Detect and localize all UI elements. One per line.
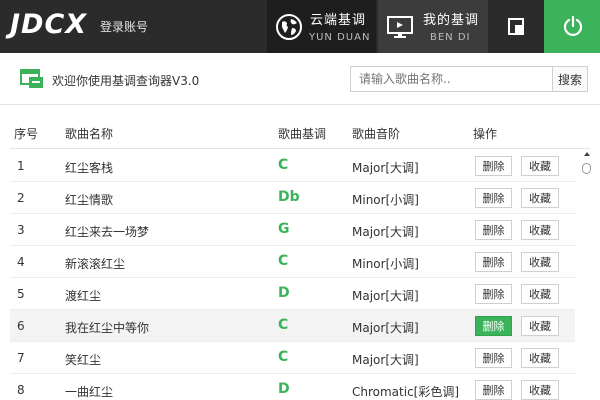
song-name: 我在红尘中等你 [65, 321, 150, 335]
app-window-icon [20, 69, 43, 88]
song-name: 红尘来去一场梦 [65, 225, 150, 239]
table-row: 7 笑红尘 C Major[大调] 删除 收藏 [10, 342, 575, 374]
login-account-link[interactable]: 登录账号 [100, 18, 148, 35]
welcome-bar: 欢迎你使用基调查询器V3.0 搜索 [0, 53, 600, 105]
nav-tab-local[interactable]: 我的基调 BEN DI [378, 0, 488, 53]
delete-button[interactable]: 删除 [475, 220, 512, 240]
power-icon [563, 15, 583, 37]
header-name: 歌曲名称 [65, 127, 114, 141]
power-button[interactable] [544, 0, 600, 53]
row-number: 7 [17, 351, 25, 365]
top-bar: JDCX 登录账号 云端基调 YUN DUAN 我的基调 BEN DI [0, 0, 600, 53]
delete-button[interactable]: 删除 [475, 156, 512, 176]
table-row: 3 红尘来去一场梦 G Major[大调] 删除 收藏 [10, 214, 575, 246]
row-number: 6 [17, 319, 25, 333]
song-scale: Major[大调] [352, 289, 419, 303]
app-logo: JDCX [10, 9, 88, 40]
nav-tab-cloud[interactable]: 云端基调 YUN DUAN [267, 0, 376, 53]
vertical-scrollbar[interactable] [581, 150, 593, 400]
search-button[interactable]: 搜索 [552, 66, 588, 92]
window-restore-icon [508, 18, 524, 35]
globe-icon [276, 14, 302, 40]
header-key: 歌曲基调 [278, 127, 327, 141]
row-number: 4 [17, 255, 25, 269]
row-number: 5 [17, 287, 25, 301]
scroll-up-arrow-icon[interactable] [584, 152, 590, 156]
table-row: 8 一曲红尘 D Chromatic[彩色调] 删除 收藏 [10, 374, 575, 400]
song-scale: Major[大调] [352, 353, 419, 367]
search-input[interactable] [350, 66, 553, 92]
song-key: Db [278, 189, 300, 205]
row-number: 1 [17, 159, 25, 173]
nav-local-title: 我的基调 [423, 13, 480, 28]
favorite-button[interactable]: 收藏 [521, 348, 559, 368]
table-header: 序号 歌曲名称 歌曲基调 歌曲音阶 操作 [10, 115, 590, 149]
song-scale: Major[大调] [352, 225, 419, 239]
favorite-button[interactable]: 收藏 [521, 156, 559, 176]
delete-button[interactable]: 删除 [475, 348, 512, 368]
table-row: 5 渡红尘 D Major[大调] 删除 收藏 [10, 278, 575, 310]
favorite-button[interactable]: 收藏 [521, 252, 559, 272]
row-number: 2 [17, 191, 25, 205]
song-table: 序号 歌曲名称 歌曲基调 歌曲音阶 操作 1 红尘客栈 C Major[大调] … [10, 115, 593, 400]
delete-button[interactable]: 删除 [475, 188, 512, 208]
song-name: 红尘情歌 [65, 193, 114, 207]
favorite-button[interactable]: 收藏 [521, 316, 559, 336]
delete-button[interactable]: 删除 [475, 252, 512, 272]
header-no: 序号 [14, 127, 39, 141]
song-name: 新滚滚红尘 [65, 257, 126, 271]
favorite-button[interactable]: 收藏 [521, 188, 559, 208]
song-name: 笑红尘 [65, 353, 102, 367]
table-row: 2 红尘情歌 Db Minor[小调] 删除 收藏 [10, 182, 575, 214]
song-name: 一曲红尘 [65, 385, 114, 399]
song-scale: Chromatic[彩色调] [352, 385, 460, 399]
scroll-thumb[interactable] [582, 163, 591, 174]
header-action: 操作 [473, 127, 498, 141]
song-key: C [278, 157, 289, 173]
favorite-button[interactable]: 收藏 [521, 220, 559, 240]
song-name: 红尘客栈 [65, 161, 114, 175]
delete-button-active[interactable]: 删除 [475, 316, 512, 336]
favorite-button[interactable]: 收藏 [521, 284, 559, 304]
song-scale: Minor[小调] [352, 257, 419, 271]
song-key: C [278, 253, 289, 269]
table-row: 1 红尘客栈 C Major[大调] 删除 收藏 [10, 150, 575, 182]
table-row: 4 新滚滚红尘 C Minor[小调] 删除 收藏 [10, 246, 575, 278]
song-name: 渡红尘 [65, 289, 102, 303]
row-number: 8 [17, 383, 25, 397]
song-key: G [278, 221, 290, 237]
nav-local-subtitle: BEN DI [430, 32, 471, 43]
nav-cloud-title: 云端基调 [310, 13, 367, 28]
window-mode-button[interactable] [490, 0, 543, 53]
song-scale: Major[大调] [352, 321, 419, 335]
favorite-button[interactable]: 收藏 [521, 380, 559, 400]
header-scale: 歌曲音阶 [352, 127, 401, 141]
table-body: 1 红尘客栈 C Major[大调] 删除 收藏 2 红尘情歌 Db Minor… [10, 150, 575, 400]
nav-cloud-subtitle: YUN DUAN [309, 32, 371, 43]
monitor-icon [387, 16, 413, 38]
table-row-hovered: 6 我在红尘中等你 C Major[大调] 删除 收藏 [10, 310, 575, 342]
delete-button[interactable]: 删除 [475, 380, 512, 400]
song-key: C [278, 317, 289, 333]
song-key: D [278, 285, 290, 301]
song-key: D [278, 381, 290, 397]
song-scale: Major[大调] [352, 161, 419, 175]
delete-button[interactable]: 删除 [475, 284, 512, 304]
song-key: C [278, 349, 289, 365]
song-scale: Minor[小调] [352, 193, 419, 207]
row-number: 3 [17, 223, 25, 237]
welcome-text: 欢迎你使用基调查询器V3.0 [52, 74, 200, 88]
